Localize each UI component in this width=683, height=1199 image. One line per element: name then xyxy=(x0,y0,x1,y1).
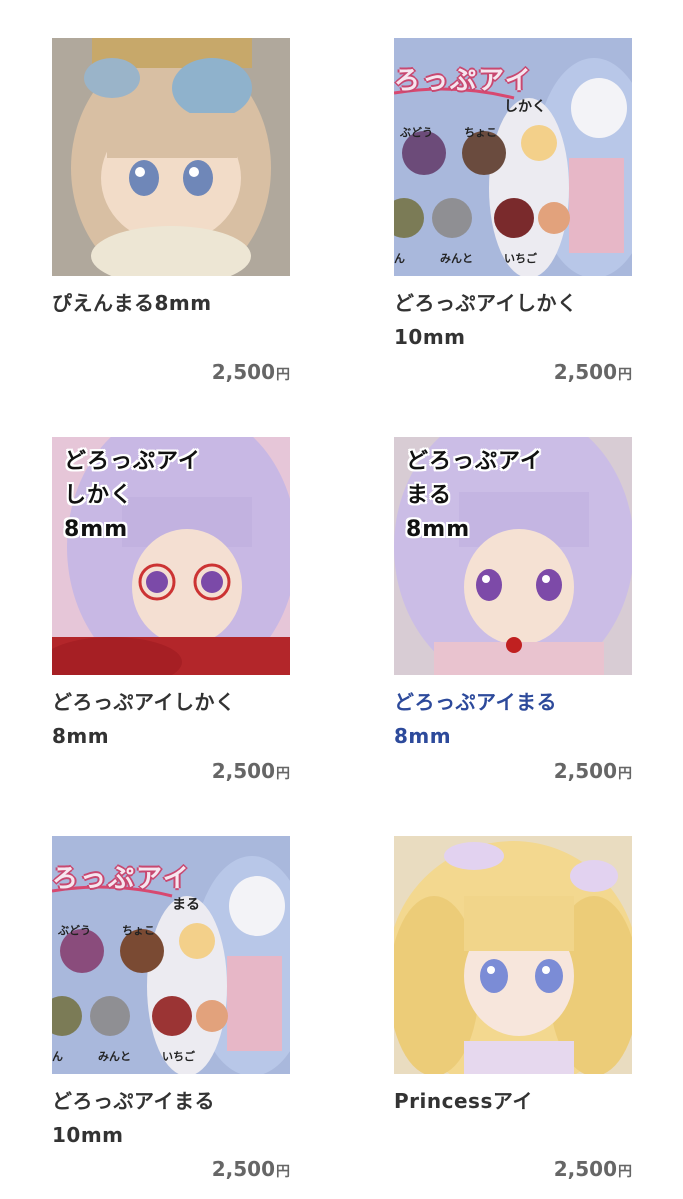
color-label: ん xyxy=(52,1050,63,1063)
product-price-1: 2,500円 xyxy=(52,360,290,384)
price-value: 2,500 xyxy=(211,360,275,384)
color-label: ちょこ xyxy=(122,924,155,937)
color-label: ちょこ xyxy=(464,126,497,139)
image-overlay-text: どろっぷアイ しかく 8mm xyxy=(64,449,201,542)
price-value: 2,500 xyxy=(211,759,275,783)
product-price-3: 2,500円 xyxy=(52,759,290,783)
color-label: みんと xyxy=(440,252,473,265)
product-price-5: 2,500円 xyxy=(52,1157,290,1181)
color-label: いちご xyxy=(162,1050,195,1063)
product-image[interactable]: どろっぷアイ まる 8mm xyxy=(394,437,632,675)
product-card-5[interactable]: ろっぷアイ まる ぶどう ちょこ ん みんと いちご どろっぷアイまる 10mm xyxy=(52,836,290,1152)
product-image[interactable] xyxy=(52,38,290,276)
product-title[interactable]: どろっぷアイしかく 10mm xyxy=(394,286,683,354)
product-card-2[interactable]: ろっぷアイ しかく ぶどう ちょこ ん みんと いちご どろっぷアイしかく 10… xyxy=(394,38,632,354)
product-card-4[interactable]: どろっぷアイ まる 8mm どろっぷアイまる 8mm xyxy=(394,437,632,753)
price-value: 2,500 xyxy=(553,360,617,384)
price-value: 2,500 xyxy=(553,759,617,783)
image-overlay-text: どろっぷアイ まる 8mm xyxy=(406,449,543,542)
product-title[interactable]: どろっぷアイまる 10mm xyxy=(52,1084,352,1152)
product-title[interactable]: Princessアイ xyxy=(394,1084,683,1118)
color-label: ん xyxy=(394,252,405,265)
currency-label: 円 xyxy=(276,766,290,782)
currency-label: 円 xyxy=(618,367,632,383)
currency-label: 円 xyxy=(618,766,632,782)
color-label: ぶどう xyxy=(400,126,433,139)
product-card-3[interactable]: どろっぷアイ しかく 8mm どろっぷアイしかく 8mm xyxy=(52,437,290,753)
product-image[interactable]: どろっぷアイ しかく 8mm xyxy=(52,437,290,675)
color-label: みんと xyxy=(98,1050,131,1063)
color-label: いちご xyxy=(504,252,537,265)
product-price-2: 2,500円 xyxy=(394,360,632,384)
price-value: 2,500 xyxy=(553,1157,617,1181)
product-card-6[interactable]: Princessアイ xyxy=(394,836,632,1118)
product-grid: ぴえんまる8mm 2,500円 ろっぷアイ しかく ぶどう ちょこ ん みんと … xyxy=(0,0,683,1199)
eye-color-labels: ぶどう ちょこ ん みんと いちご xyxy=(394,38,632,276)
product-title[interactable]: どろっぷアイしかく 8mm xyxy=(52,685,352,753)
product-image[interactable]: ろっぷアイ まる ぶどう ちょこ ん みんと いちご xyxy=(52,836,290,1074)
doll-photo-blonde xyxy=(52,38,290,276)
product-card-1[interactable]: ぴえんまる8mm xyxy=(52,38,290,320)
currency-label: 円 xyxy=(276,367,290,383)
eye-color-labels: ぶどう ちょこ ん みんと いちご xyxy=(52,836,290,1074)
product-image[interactable]: ろっぷアイ しかく ぶどう ちょこ ん みんと いちご xyxy=(394,38,632,276)
currency-label: 円 xyxy=(276,1164,290,1180)
product-price-6: 2,500円 xyxy=(394,1157,632,1181)
product-price-4: 2,500円 xyxy=(394,759,632,783)
price-value: 2,500 xyxy=(211,1157,275,1181)
product-title[interactable]: どろっぷアイまる 8mm xyxy=(394,685,683,753)
product-image[interactable] xyxy=(394,836,632,1074)
doll-photo-princess xyxy=(394,836,632,1074)
product-title[interactable]: ぴえんまる8mm xyxy=(52,286,352,320)
color-label: ぶどう xyxy=(58,924,91,937)
currency-label: 円 xyxy=(618,1164,632,1180)
